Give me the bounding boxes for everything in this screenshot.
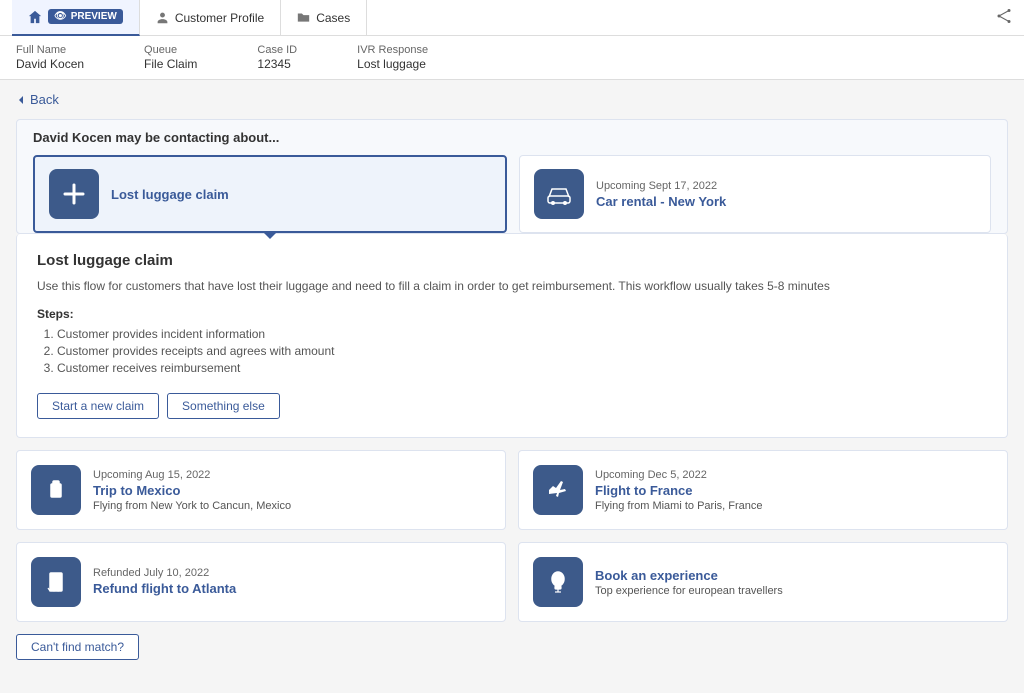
detail-title: Lost luggage claim (37, 252, 987, 269)
steps-list: Customer provides incident information C… (57, 327, 987, 375)
person-icon (156, 11, 169, 24)
detail-panel: Lost luggage claim Use this flow for cus… (16, 234, 1008, 438)
case-id-label: Case ID (257, 44, 297, 56)
cant-find-section: Can't find match? (16, 634, 1008, 660)
step-2: Customer provides receipts and agrees wi… (57, 344, 987, 358)
detail-description: Use this flow for customers that have lo… (37, 277, 987, 295)
share-icon (996, 8, 1012, 24)
luggage-icon (42, 476, 70, 504)
trip-mexico-date: Upcoming Aug 15, 2022 (93, 469, 491, 481)
card-lost-luggage-text: Lost luggage claim (111, 187, 491, 202)
flight-france-title: Flight to France (595, 483, 993, 498)
main-content: Back David Kocen may be contacting about… (0, 80, 1024, 672)
start-new-claim-button[interactable]: Start a new claim (37, 393, 159, 419)
card-book-experience-icon-bg (533, 557, 583, 607)
refund-atlanta-date: Refunded July 10, 2022 (93, 567, 491, 579)
refund-atlanta-title: Refund flight to Atlanta (93, 581, 491, 596)
card-book-experience[interactable]: Book an experience Top experience for eu… (518, 542, 1008, 622)
card-flight-france-icon-bg (533, 465, 583, 515)
chevron-left-icon (16, 95, 26, 105)
nav-tab-customer-profile[interactable]: Customer Profile (140, 0, 281, 36)
card-trip-mexico-icon-bg (31, 465, 81, 515)
book-experience-title: Book an experience (595, 568, 993, 583)
card-car-rental-text: Upcoming Sept 17, 2022 Car rental - New … (596, 180, 976, 209)
book-experience-sub: Top experience for european travellers (595, 585, 993, 597)
full-name-value: David Kocen (16, 57, 84, 71)
card-refund-atlanta-text: Refunded July 10, 2022 Refund flight to … (93, 567, 491, 598)
share-button[interactable] (996, 8, 1012, 27)
card-refund-atlanta[interactable]: Refunded July 10, 2022 Refund flight to … (16, 542, 506, 622)
info-bar: Full Name David Kocen Queue File Claim C… (0, 36, 1024, 80)
detail-steps: Steps: Customer provides incident inform… (37, 307, 987, 375)
card-car-rental-icon-bg (534, 169, 584, 219)
card-car-rental[interactable]: Upcoming Sept 17, 2022 Car rental - New … (519, 155, 991, 233)
ivr-response-value: Lost luggage (357, 57, 426, 71)
flight-france-sub: Flying from Miami to Paris, France (595, 500, 993, 512)
nav-tab-cases[interactable]: Cases (281, 0, 367, 36)
main-cards-row: Lost luggage claim Upcoming Sept 17, 202… (33, 155, 991, 233)
card-lost-luggage-icon-bg (49, 169, 99, 219)
card-trip-mexico-text: Upcoming Aug 15, 2022 Trip to Mexico Fly… (93, 469, 491, 512)
ivr-response-label: IVR Response (357, 44, 428, 56)
card-lost-luggage-title: Lost luggage claim (111, 187, 491, 202)
contact-header: David Kocen may be contacting about... (33, 130, 991, 145)
info-queue: Queue File Claim (144, 44, 197, 71)
detail-actions: Start a new claim Something else (37, 393, 987, 419)
full-name-label: Full Name (16, 44, 84, 56)
car-icon (544, 179, 574, 209)
something-else-button[interactable]: Something else (167, 393, 280, 419)
eye-icon: 👁 (54, 11, 67, 22)
trip-mexico-title: Trip to Mexico (93, 483, 491, 498)
trip-mexico-sub: Flying from New York to Cancun, Mexico (93, 500, 491, 512)
back-button[interactable]: Back (16, 92, 59, 107)
plus-icon (60, 180, 88, 208)
queue-value: File Claim (144, 57, 197, 71)
folder-icon (297, 11, 310, 24)
plane-icon (544, 476, 572, 504)
preview-badge: 👁 PREVIEW (48, 9, 123, 24)
queue-label: Queue (144, 44, 197, 56)
card-trip-mexico[interactable]: Upcoming Aug 15, 2022 Trip to Mexico Fly… (16, 450, 506, 530)
balloon-icon (544, 568, 572, 596)
cant-find-button[interactable]: Can't find match? (16, 634, 139, 660)
nav-tab-home[interactable]: 👁 PREVIEW (12, 0, 140, 36)
nav-bar: 👁 PREVIEW Customer Profile Cases (0, 0, 1024, 36)
card-lost-luggage[interactable]: Lost luggage claim (33, 155, 507, 233)
step-3: Customer receives reimbursement (57, 361, 987, 375)
home-icon (28, 10, 42, 24)
steps-label: Steps: (37, 307, 987, 321)
info-full-name: Full Name David Kocen (16, 44, 84, 71)
card-car-rental-title: Car rental - New York (596, 194, 976, 209)
receipt-icon (42, 568, 70, 596)
step-1: Customer provides incident information (57, 327, 987, 341)
card-refund-atlanta-icon-bg (31, 557, 81, 607)
card-flight-france[interactable]: Upcoming Dec 5, 2022 Flight to France Fl… (518, 450, 1008, 530)
flight-france-date: Upcoming Dec 5, 2022 (595, 469, 993, 481)
card-book-experience-text: Book an experience Top experience for eu… (595, 568, 993, 597)
card-car-rental-date: Upcoming Sept 17, 2022 (596, 180, 976, 192)
card-flight-france-text: Upcoming Dec 5, 2022 Flight to France Fl… (595, 469, 993, 512)
info-ivr-response: IVR Response Lost luggage (357, 44, 428, 71)
bottom-cards-grid: Upcoming Aug 15, 2022 Trip to Mexico Fly… (16, 450, 1008, 622)
case-id-value: 12345 (257, 57, 290, 71)
contact-section: David Kocen may be contacting about... L… (16, 119, 1008, 234)
info-case-id: Case ID 12345 (257, 44, 297, 71)
